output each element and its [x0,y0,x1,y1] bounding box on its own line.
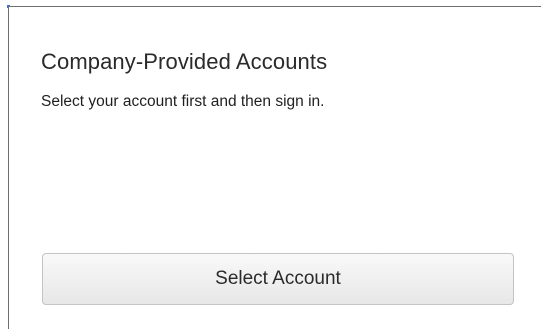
panel-subtitle: Select your account first and then sign … [41,93,325,110]
panel-title: Company-Provided Accounts [41,49,328,74]
select-account-button[interactable]: Select Account [42,253,514,305]
company-accounts-panel: Company-Provided Accounts Select your ac… [8,6,541,329]
